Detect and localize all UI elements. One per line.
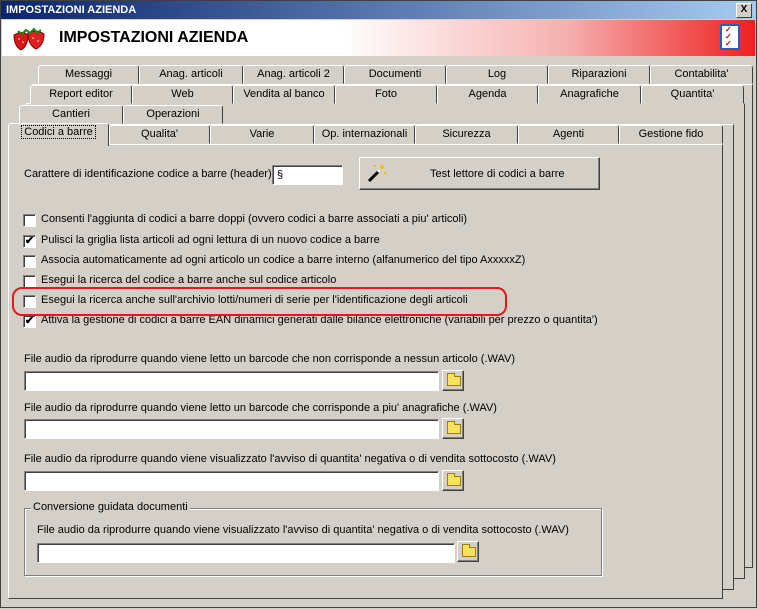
title-bar: IMPOSTAZIONI AZIENDA X <box>1 1 756 19</box>
audio-negative-qty-label: File audio da riprodurre quando viene vi… <box>24 453 556 465</box>
audio-no-match-input[interactable] <box>24 371 439 391</box>
label-auto-internal-barcode: Associa automaticamente ad ogni articolo… <box>41 254 526 266</box>
checkbox-auto-internal-barcode[interactable] <box>23 255 36 268</box>
tab-gestione-fido[interactable]: Gestione fido <box>619 125 723 144</box>
audio-no-match-label: File audio da riprodurre quando viene le… <box>24 353 516 365</box>
checkbox-clear-grid[interactable]: ✔ <box>23 235 36 248</box>
header-title: IMPOSTAZIONI AZIENDA <box>59 29 249 46</box>
tab-varie[interactable]: Varie <box>210 125 314 144</box>
window-title: IMPOSTAZIONI AZIENDA <box>6 4 137 16</box>
conversion-audio-label: File audio da riprodurre quando viene vi… <box>37 524 569 536</box>
tab-messaggi[interactable]: Messaggi <box>38 65 139 84</box>
tab-report-editor[interactable]: Report editor <box>30 85 132 104</box>
highlight-annotation <box>12 287 507 316</box>
folder-icon <box>447 473 461 486</box>
label-allow-duplicate-barcodes: Consenti l'aggiunta di codici a barre do… <box>41 213 468 225</box>
tab-anag-articoli[interactable]: Anag. articoli <box>139 65 243 84</box>
checkbox-allow-duplicate-barcodes[interactable] <box>23 214 36 227</box>
tab-web[interactable]: Web <box>132 85 233 104</box>
audio-multi-match-label: File audio da riprodurre quando viene le… <box>24 402 497 414</box>
conversion-audio-input[interactable] <box>37 543 455 563</box>
conversion-group-title: Conversione guidata documenti <box>31 501 190 513</box>
tab-contabilita[interactable]: Contabilita' <box>650 65 753 84</box>
tab-codici-a-barre[interactable]: Codici a barre <box>8 123 109 146</box>
tab-agenda[interactable]: Agenda <box>437 85 538 104</box>
audio-no-match-browse-button[interactable] <box>442 370 464 391</box>
tab-log[interactable]: Log <box>446 65 548 84</box>
tab-cantieri[interactable]: Cantieri <box>19 105 123 124</box>
tab-codici-a-barre-label: Codici a barre <box>21 125 96 139</box>
header-char-input[interactable]: § <box>272 165 343 185</box>
tab-anag-articoli-2[interactable]: Anag. articoli 2 <box>243 65 344 84</box>
tab-qualita[interactable]: Qualita' <box>109 125 210 144</box>
audio-multi-match-input[interactable] <box>24 419 439 439</box>
conversion-audio-browse-button[interactable] <box>457 541 479 562</box>
tab-foto[interactable]: Foto <box>335 85 437 104</box>
tab-vendita-al-banco[interactable]: Vendita al banco <box>233 85 335 104</box>
magic-wand-icon <box>367 164 387 183</box>
settings-window: IMPOSTAZIONI AZIENDA X IMPOSTAZIONI AZIE… <box>0 0 757 608</box>
close-button[interactable]: X <box>736 3 752 18</box>
tab-anagrafiche[interactable]: Anagrafiche <box>538 85 641 104</box>
folder-icon <box>462 544 476 557</box>
header-banner: IMPOSTAZIONI AZIENDA ✓ ✓ ✓ <box>2 20 755 56</box>
test-barcode-reader-button[interactable]: Test lettore di codici a barre <box>359 157 600 190</box>
conversion-group <box>24 508 602 576</box>
label-search-article-code: Esegui la ricerca del codice a barre anc… <box>41 274 337 286</box>
folder-icon <box>447 421 461 434</box>
checkbox-dynamic-ean[interactable]: ✔ <box>23 315 36 328</box>
tab-op-internazionali[interactable]: Op. internazionali <box>314 125 415 144</box>
strawberry-icon <box>13 27 45 51</box>
header-char-label: Carattere di identificazione codice a ba… <box>24 168 278 180</box>
tab-operazioni[interactable]: Operazioni <box>123 105 223 124</box>
audio-negative-qty-input[interactable] <box>24 471 439 491</box>
label-clear-grid: Pulisci la griglia lista articoli ad ogn… <box>41 234 380 246</box>
folder-icon <box>447 373 461 386</box>
tab-documenti[interactable]: Documenti <box>344 65 446 84</box>
tab-quantita[interactable]: Quantita' <box>641 85 744 104</box>
tab-agenti[interactable]: Agenti <box>518 125 619 144</box>
audio-negative-qty-browse-button[interactable] <box>442 470 464 491</box>
tab-riparazioni[interactable]: Riparazioni <box>548 65 650 84</box>
audio-multi-match-browse-button[interactable] <box>442 418 464 439</box>
test-button-label: Test lettore di codici a barre <box>430 168 565 180</box>
checklist-icon[interactable]: ✓ ✓ ✓ <box>720 24 740 50</box>
tab-sicurezza[interactable]: Sicurezza <box>415 125 518 144</box>
